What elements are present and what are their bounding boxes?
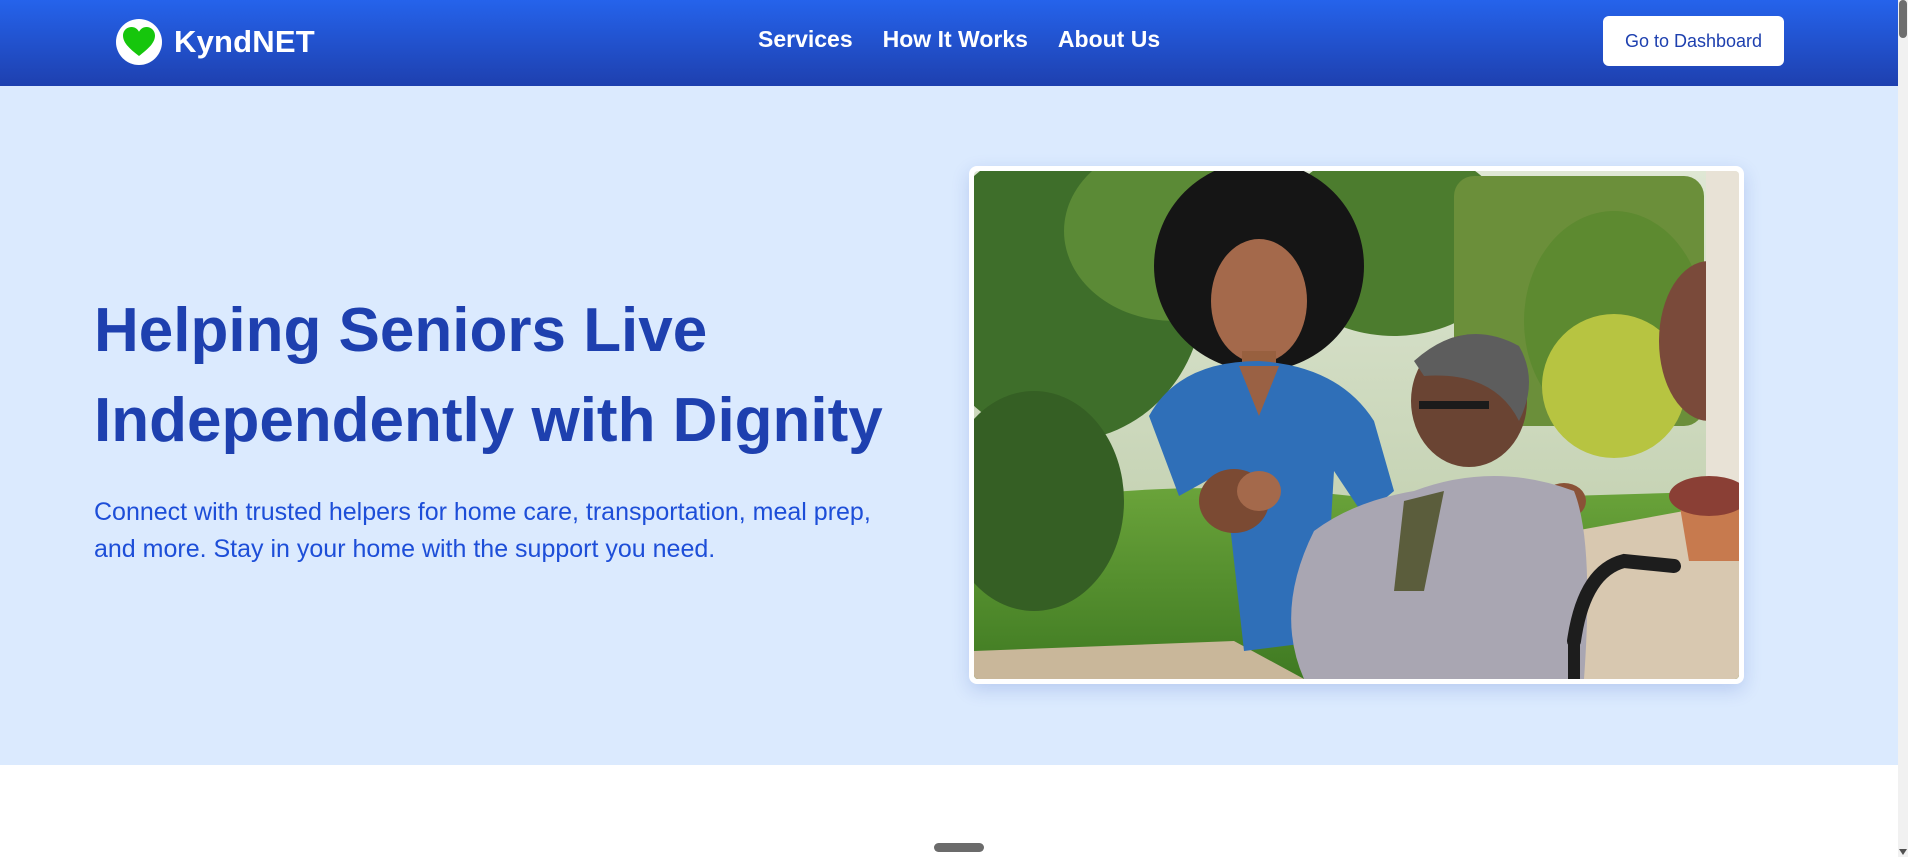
caregiver-photo [974,171,1739,679]
hero-title-line-2: Independently with Dignity [94,386,883,455]
nav-link-about-us[interactable]: About Us [1058,26,1160,53]
drag-handle[interactable] [934,843,984,852]
hero-subtitle: Connect with trusted helpers for home ca… [94,494,944,568]
hero-section: Helping Seniors Live Independently with … [0,86,1898,765]
scroll-down-arrow-icon[interactable] [1899,849,1907,855]
scrollbar-thumb[interactable] [1899,0,1907,38]
page: KyndNET Services How It Works About Us G… [0,0,1908,857]
hero-title-line-1: Helping Seniors Live [94,296,708,365]
top-navbar: KyndNET Services How It Works About Us G… [0,0,1898,86]
hero-subtitle-line-1: Connect with trusted helpers for home ca… [94,498,871,526]
heart-icon [116,19,162,65]
hero-subtitle-line-2: and more. Stay in your home with the sup… [94,535,716,563]
hero-title: Helping Seniors Live Independently with … [94,286,934,466]
section-heading-peek [790,853,1050,857]
brand-name: KyndNET [174,24,315,59]
brand-home-link[interactable]: KyndNET [116,19,315,65]
go-to-dashboard-button[interactable]: Go to Dashboard [1603,16,1784,66]
nav-link-services[interactable]: Services [758,26,853,53]
main-nav: Services How It Works About Us [758,26,1160,53]
page-scrollbar[interactable] [1898,0,1908,857]
nav-link-how-it-works[interactable]: How It Works [883,26,1028,53]
hero-image-frame [969,166,1744,684]
